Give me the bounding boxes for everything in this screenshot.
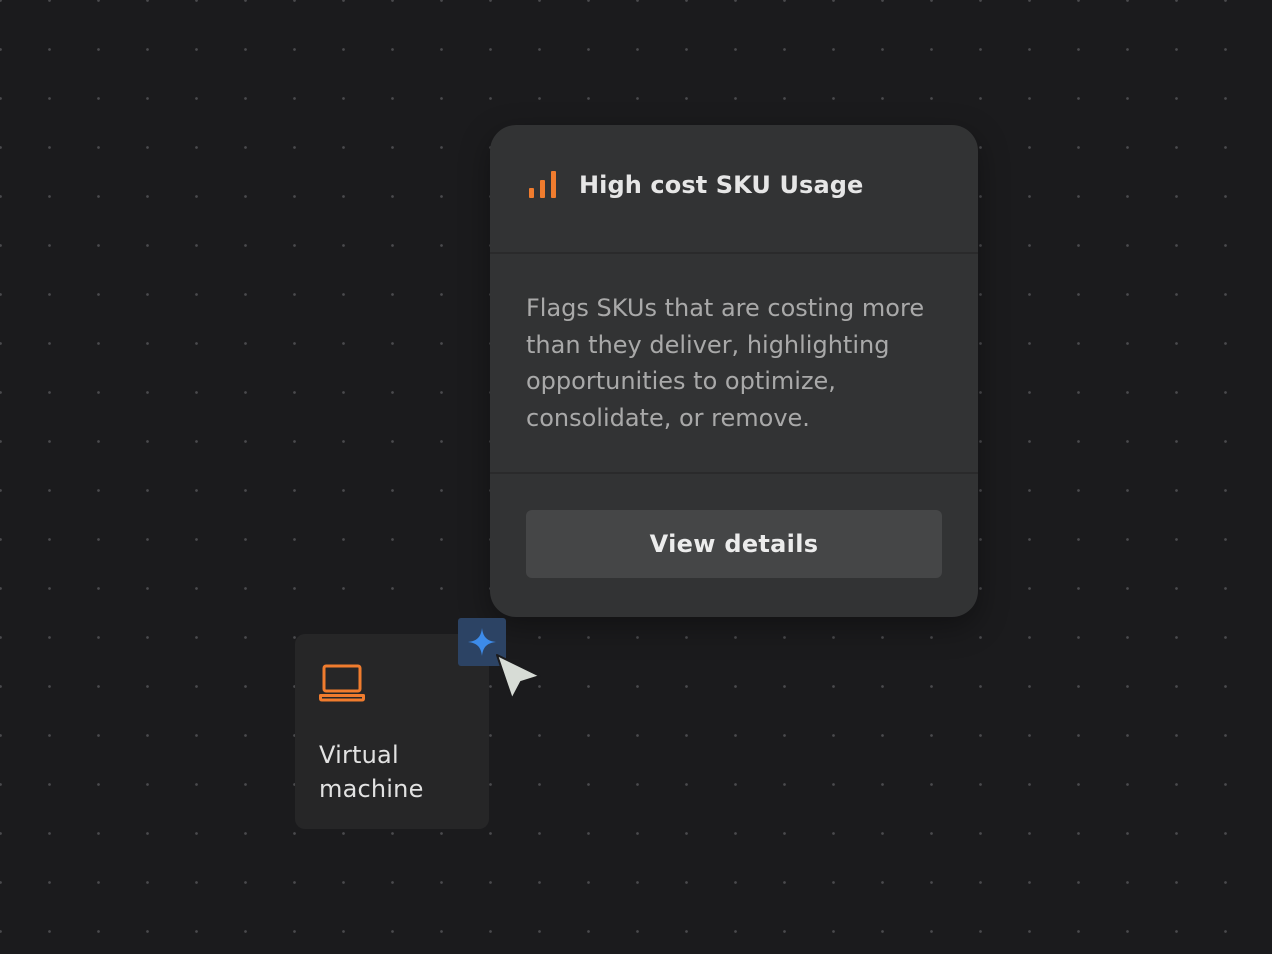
cursor-arrow-icon — [496, 654, 541, 700]
insight-title: High cost SKU Usage — [579, 170, 864, 199]
insight-card-header: High cost SKU Usage — [490, 125, 978, 254]
view-details-button[interactable]: View details — [526, 510, 942, 578]
bar-chart-icon — [529, 170, 556, 198]
insight-card-footer: View details — [490, 474, 978, 617]
virtual-machine-label-line2: machine — [319, 775, 424, 803]
sparkle-icon — [468, 628, 496, 656]
laptop-icon — [319, 664, 365, 702]
insight-card: High cost SKU Usage Flags SKUs that are … — [490, 125, 978, 617]
virtual-machine-label: Virtual machine — [319, 738, 465, 806]
insight-description: Flags SKUs that are costing more than th… — [526, 294, 925, 432]
insight-card-body: Flags SKUs that are costing more than th… — [490, 254, 978, 474]
virtual-machine-label-line1: Virtual — [319, 741, 399, 769]
